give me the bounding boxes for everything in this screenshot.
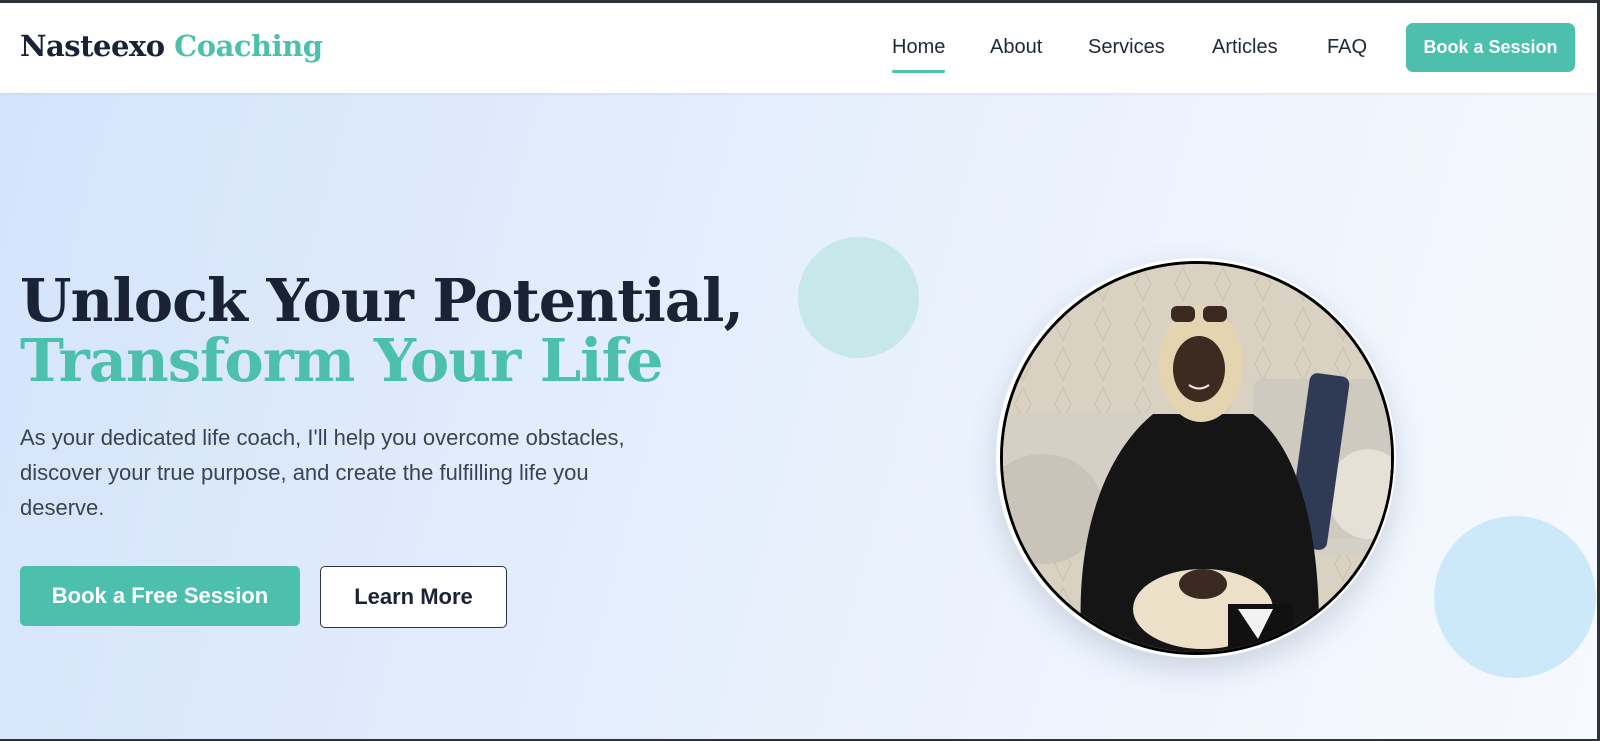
nav-articles[interactable]: Articles (1212, 36, 1278, 59)
hero-title-line1: Unlock Your Potential, (20, 266, 744, 335)
nav-home[interactable]: Home (892, 36, 946, 73)
nav-about[interactable]: About (990, 36, 1042, 59)
coach-photo (1000, 261, 1394, 655)
hero-description: As your dedicated life coach, I'll help … (20, 425, 625, 520)
hero-title: Unlock Your Potential, Transform Your Li… (20, 266, 744, 395)
coach-portrait-image (1003, 264, 1391, 652)
book-free-session-button[interactable]: Book a Free Session (20, 566, 300, 626)
book-session-button[interactable]: Book a Session (1406, 23, 1575, 72)
site-header: Nasteexo Coaching Home About Services Ar… (0, 3, 1597, 93)
nav-services[interactable]: Services (1088, 36, 1165, 59)
hero-section: Unlock Your Potential, Transform Your Li… (0, 93, 1597, 739)
decorative-circle (798, 237, 919, 358)
main-nav: Home About Services Articles FAQ (0, 36, 1597, 76)
page: Nasteexo Coaching Home About Services Ar… (0, 3, 1597, 739)
learn-more-button[interactable]: Learn More (320, 566, 507, 628)
nav-faq[interactable]: FAQ (1327, 36, 1367, 59)
decorative-circle (1434, 516, 1596, 678)
hero-title-line2: Transform Your Life (20, 326, 664, 395)
